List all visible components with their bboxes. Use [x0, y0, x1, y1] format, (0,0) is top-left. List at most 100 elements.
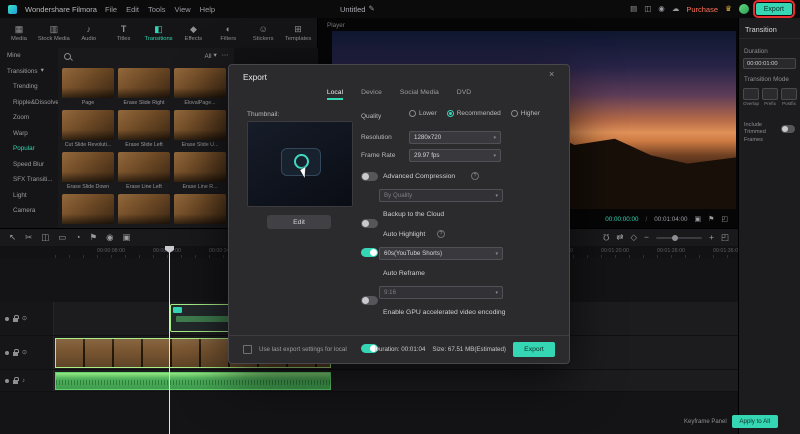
sidebar-item-zoom[interactable]: Zoom [0, 110, 58, 126]
layout-icon[interactable] [630, 5, 637, 13]
marker-tool-icon[interactable] [89, 233, 97, 242]
transition-item[interactable]: Cut Slide Revoluti... [62, 110, 114, 148]
menu-help[interactable]: Help [200, 5, 215, 14]
sidebar-item-camera[interactable]: Camera [0, 203, 58, 219]
sidebar-item-sfx-transitions[interactable]: SFX Transiti... [0, 172, 58, 188]
transition-item[interactable]: Erase Slide Down [62, 152, 114, 190]
sidebar-item-mine[interactable]: Mine [0, 48, 58, 64]
transition-item[interactable] [62, 194, 114, 224]
tab-audio[interactable]: Audio [72, 25, 106, 42]
rename-project-icon[interactable] [368, 5, 374, 13]
apply-to-all-button[interactable]: Apply to All [731, 415, 778, 428]
tab-stock-media[interactable]: Stock Media [37, 25, 71, 42]
tab-social-media[interactable]: Social Media [400, 89, 439, 96]
mode-postfix-option[interactable]: Postfix [781, 88, 797, 106]
transition-item[interactable]: ElovalPage... [174, 68, 226, 106]
menu-view[interactable]: View [175, 5, 191, 14]
include-trimmed-toggle[interactable] [781, 125, 795, 133]
duration-input[interactable]: 00:00:01:00 [743, 58, 796, 69]
tab-device[interactable]: Device [361, 89, 382, 96]
advanced-compression-toggle[interactable] [361, 172, 378, 181]
transition-item[interactable]: Page [62, 68, 114, 106]
sidebar-item-transitions[interactable]: Transitions [0, 64, 58, 80]
sidebar-item-trending[interactable]: Trending [0, 79, 58, 95]
membership-crown-icon[interactable] [725, 5, 732, 13]
export-button-titlebar[interactable]: Export [752, 0, 796, 18]
sidebar-item-light[interactable]: Light [0, 188, 58, 204]
menu-tools[interactable]: Tools [148, 5, 166, 14]
filter-all-dropdown[interactable]: All [205, 53, 217, 60]
track-enable-icon[interactable] [5, 316, 9, 321]
help-icon[interactable] [437, 230, 445, 238]
speed-tool-icon[interactable] [75, 233, 80, 242]
tab-dvd[interactable]: DVD [457, 89, 471, 96]
tab-effects[interactable]: Effects [176, 25, 210, 42]
frame-rate-select[interactable]: 29.97 fps [409, 149, 501, 162]
tab-templates[interactable]: Templates [281, 25, 315, 42]
resolution-select[interactable]: 1280x720 [409, 131, 501, 144]
sidebar-item-ripple-dissolve[interactable]: Ripple&Dissolve [0, 95, 58, 111]
transition-item[interactable]: Erase Slide U... [174, 110, 226, 148]
sidebar-item-speed-blur[interactable]: Speed Blur [0, 157, 58, 173]
transition-item[interactable] [174, 194, 226, 224]
transition-item[interactable] [118, 194, 170, 224]
tab-transitions[interactable]: Transitions [142, 25, 176, 42]
track-enable-icon[interactable] [5, 378, 9, 383]
auto-reframe-toggle[interactable] [361, 296, 378, 305]
dual-screen-icon[interactable] [644, 5, 651, 13]
menu-file[interactable]: File [105, 5, 117, 14]
search-icon[interactable] [64, 52, 71, 60]
zoom-fit-icon[interactable] [721, 233, 729, 242]
auto-ripple-icon[interactable] [616, 233, 623, 242]
transition-item[interactable]: Erase Line Left [118, 152, 170, 190]
close-icon[interactable] [549, 70, 554, 79]
track-visibility-icon[interactable] [22, 350, 27, 356]
marker-icon[interactable] [708, 216, 714, 223]
select-tool-icon[interactable] [9, 233, 16, 242]
zoom-slider[interactable] [656, 234, 702, 241]
keyframe-icon[interactable] [630, 233, 637, 242]
fast-export-checkbox[interactable] [243, 344, 252, 354]
crop-tool-icon[interactable] [58, 233, 66, 242]
user-avatar[interactable] [738, 4, 749, 14]
auto-reframe-select[interactable]: 9:16 [379, 286, 503, 299]
quality-recommended-radio[interactable]: Recommended [446, 110, 501, 117]
track-mute-icon[interactable] [22, 378, 25, 384]
snap-toggle-icon[interactable] [603, 233, 609, 242]
voiceover-tool-icon[interactable] [106, 233, 113, 242]
backup-cloud-toggle[interactable] [361, 219, 378, 228]
transition-item[interactable]: Erase Slide Right [118, 68, 170, 106]
tab-media[interactable]: Media [2, 25, 36, 42]
playhead[interactable] [169, 246, 170, 434]
track-visibility-icon[interactable] [22, 316, 27, 322]
tab-stickers[interactable]: Stickers [246, 25, 280, 42]
edit-thumbnail-button[interactable]: Edit [267, 215, 331, 229]
menu-edit[interactable]: Edit [126, 5, 139, 14]
more-options-icon[interactable] [222, 53, 228, 59]
mode-prefix-option[interactable]: Prefix [762, 88, 778, 106]
screen-record-icon[interactable] [658, 5, 665, 13]
keyframe-panel-button[interactable]: Keyframe Panel [684, 419, 727, 425]
track-lock-icon[interactable] [13, 376, 19, 384]
mode-overlap-option[interactable]: Overlap [743, 88, 759, 106]
help-icon[interactable] [471, 172, 479, 180]
snapshot-icon[interactable] [694, 216, 701, 223]
export-confirm-button[interactable]: Export [513, 341, 555, 357]
sidebar-item-warp[interactable]: Warp [0, 126, 58, 142]
track-enable-icon[interactable] [5, 350, 9, 355]
auto-highlight-select[interactable]: 60s(YouTube Shorts) [379, 247, 503, 260]
timeline-audio-clip[interactable] [55, 372, 331, 390]
cloud-icon[interactable] [672, 5, 680, 13]
compression-mode-select[interactable]: By Quality [379, 189, 503, 202]
fullscreen-icon[interactable] [721, 216, 728, 223]
purchase-button[interactable]: Purchase [686, 5, 718, 14]
track-lock-icon[interactable] [13, 314, 19, 322]
track-lock-icon[interactable] [13, 348, 19, 356]
snapshot-tool-icon[interactable] [123, 233, 131, 242]
zoom-out-icon[interactable] [644, 233, 649, 242]
transition-item[interactable]: Erase Line R... [174, 152, 226, 190]
split-tool-icon[interactable] [25, 233, 32, 242]
zoom-in-icon[interactable] [709, 233, 714, 242]
quality-lower-radio[interactable]: Lower [409, 110, 437, 117]
quality-higher-radio[interactable]: Higher [510, 110, 540, 117]
